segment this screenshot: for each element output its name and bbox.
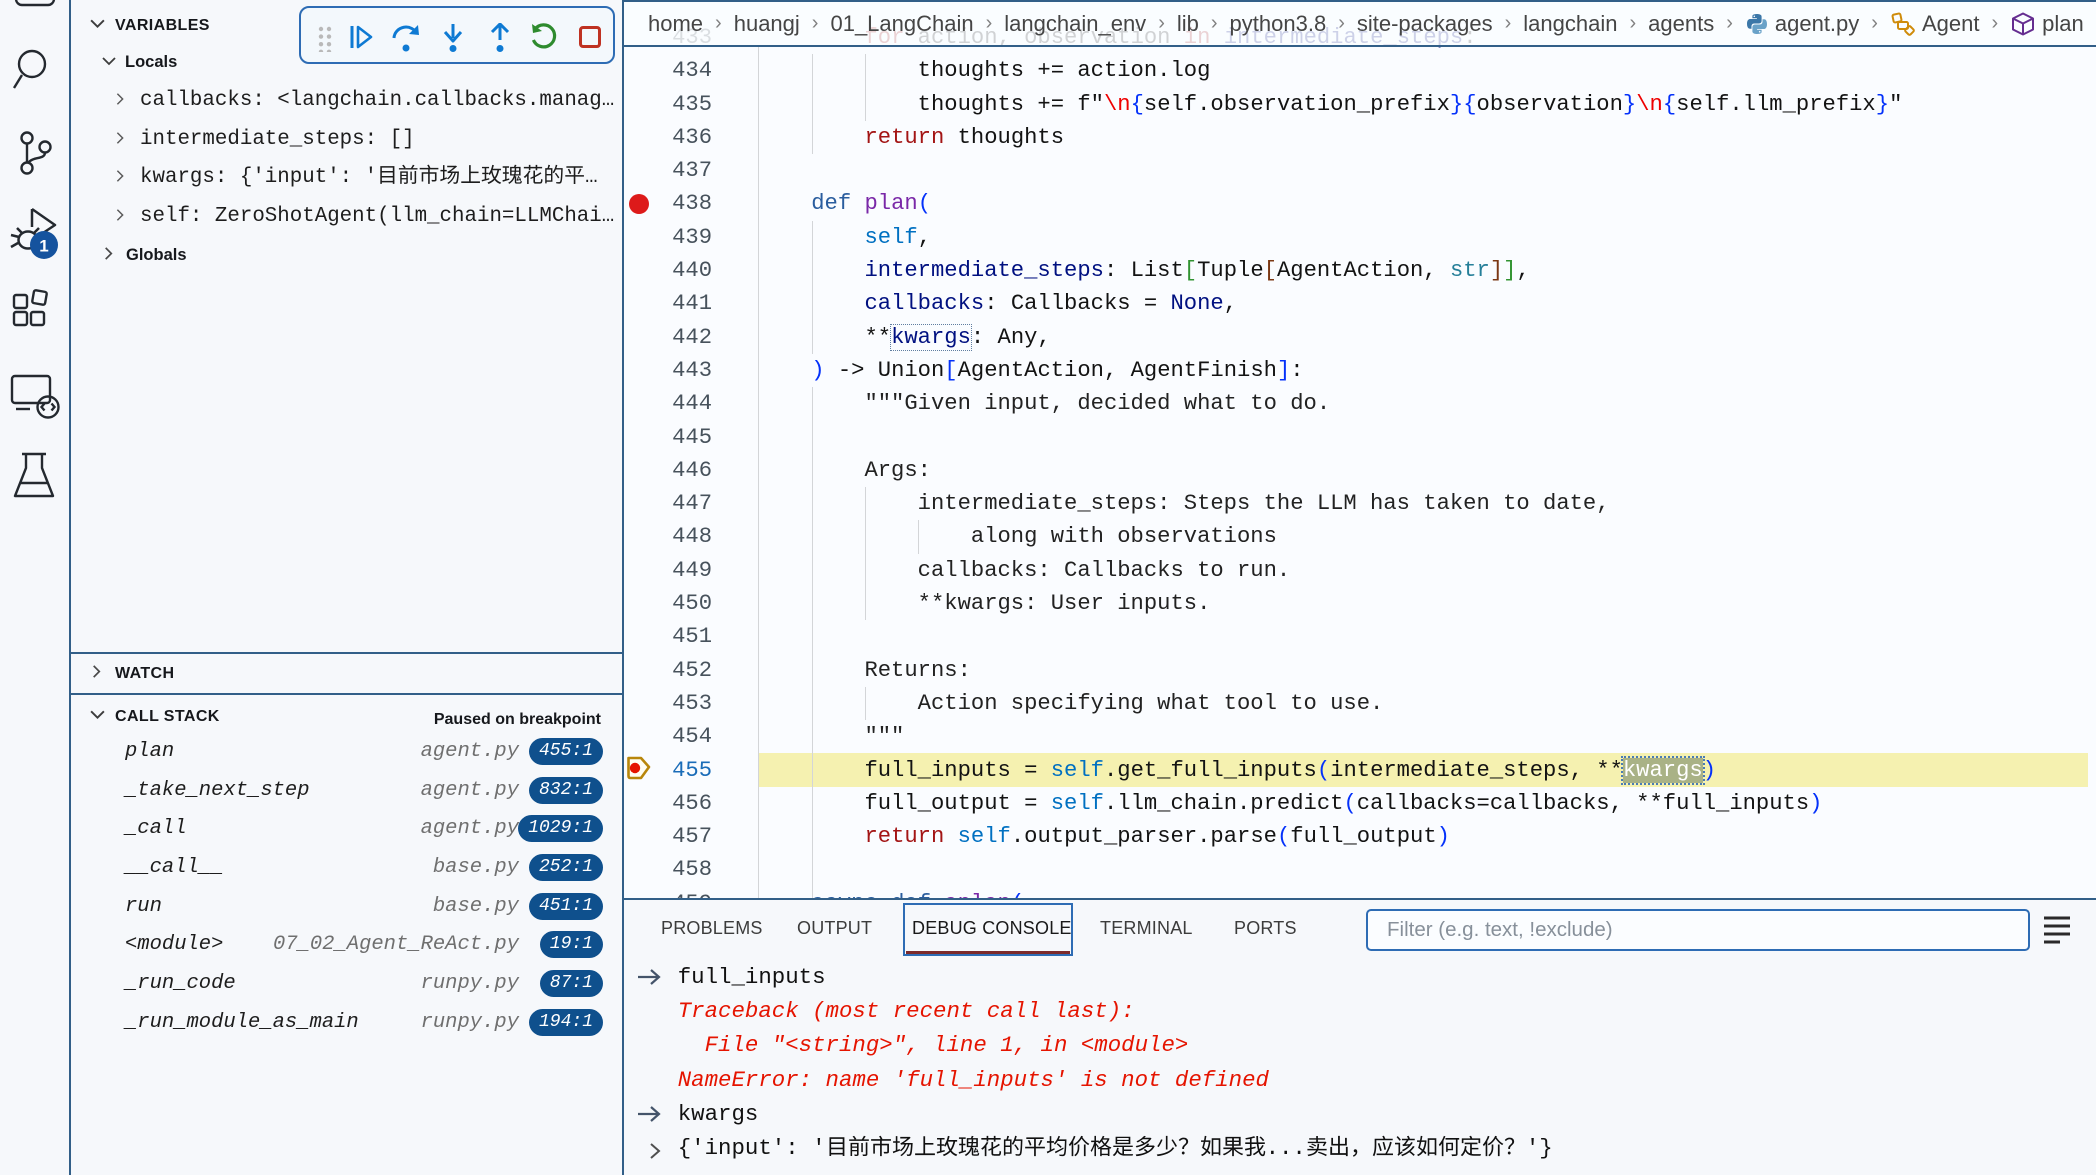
svg-text:1: 1	[39, 237, 48, 256]
